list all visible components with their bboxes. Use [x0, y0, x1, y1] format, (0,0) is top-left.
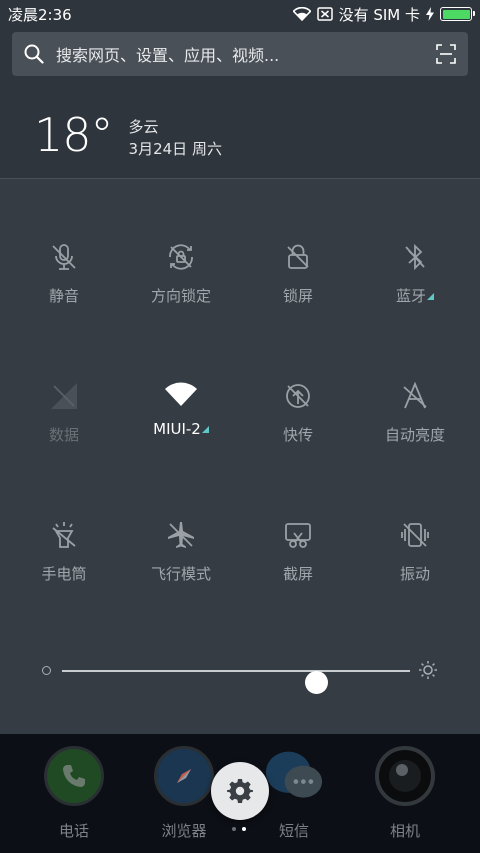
toggle-auto-brightness[interactable]: 自动亮度 — [355, 318, 475, 444]
page-dot-current — [242, 827, 246, 831]
quick-settings-panel: 静音 方向锁定 锁屏 蓝牙 数据 MIUI-2 快传 自动亮度 手电筒 飞行模式… — [0, 178, 480, 734]
settings-button[interactable] — [211, 762, 269, 820]
search-icon — [24, 44, 44, 64]
toggle-label: 截屏 — [282, 565, 313, 583]
dock-app-label: 相机 — [389, 822, 420, 840]
toggle-label: 快传 — [282, 426, 313, 444]
toggle-label: 锁屏 — [282, 287, 313, 305]
expand-indicator — [201, 426, 209, 433]
messages-icon — [264, 746, 324, 806]
toggle-screenshot[interactable]: 截屏 — [238, 457, 358, 583]
bluetooth-off-icon — [405, 243, 425, 271]
rotation-lock-icon — [169, 244, 193, 270]
toggle-label: 数据 — [48, 426, 79, 444]
weather-temperature: 18° — [34, 108, 114, 162]
airplane-icon — [168, 522, 194, 548]
gear-icon — [227, 779, 253, 803]
status-icons: 没有 SIM 卡 — [292, 4, 475, 25]
dock-app-label: 电话 — [58, 822, 89, 840]
dock-app-label: 浏览器 — [161, 822, 207, 840]
no-sim-icon — [316, 7, 333, 21]
toggle-label: 方向锁定 — [150, 287, 211, 305]
quick-transfer-icon — [286, 384, 310, 408]
search-placeholder: 搜索网页、设置、应用、视频... — [56, 46, 280, 65]
expand-indicator — [427, 293, 434, 300]
battery-icon — [440, 7, 475, 21]
toggle-quick-transfer[interactable]: 快传 — [238, 318, 358, 444]
page-indicator — [232, 827, 246, 831]
camera-icon — [375, 746, 435, 806]
charging-icon — [426, 7, 434, 21]
auto-brightness-icon — [403, 381, 427, 409]
toggle-mobile-data[interactable]: 数据 — [4, 318, 124, 444]
weather-widget[interactable]: 18° 多云 3月24日 周六 — [34, 112, 222, 160]
phone-icon — [44, 746, 104, 806]
scan-icon[interactable] — [436, 44, 456, 64]
brightness-slider[interactable] — [40, 658, 440, 694]
flashlight-icon — [52, 522, 76, 548]
weather-date: 3月24日 周六 — [128, 140, 222, 158]
toggle-lock-screen[interactable]: 锁屏 — [238, 179, 358, 305]
toggle-wifi[interactable]: MIUI-2 — [121, 318, 241, 438]
screenshot-icon — [285, 523, 311, 548]
brightness-thumb[interactable] — [305, 671, 329, 694]
toggle-label-text: 蓝牙 — [395, 287, 426, 305]
toggle-label: 振动 — [399, 565, 430, 583]
dock-app-phone[interactable]: 电话 — [14, 746, 134, 841]
wifi-status-icon — [292, 7, 311, 21]
browser-icon — [154, 746, 214, 806]
toggle-label: MIUI-2 — [153, 420, 209, 438]
brightness-low-icon — [42, 666, 51, 675]
weather-condition: 多云 — [128, 118, 159, 136]
toggle-mute[interactable]: 静音 — [4, 179, 124, 305]
toggle-label: 自动亮度 — [384, 426, 445, 444]
weather-info: 多云 3月24日 周六 — [129, 116, 222, 160]
wifi-icon — [165, 382, 197, 406]
brightness-high-icon — [419, 661, 437, 679]
toggle-label-text: MIUI-2 — [153, 420, 201, 438]
toggle-label: 手电筒 — [41, 565, 87, 583]
toggle-flashlight[interactable]: 手电筒 — [4, 457, 124, 583]
mobile-data-icon — [51, 383, 77, 409]
toggle-vibrate[interactable]: 振动 — [355, 457, 475, 583]
vibrate-icon — [401, 523, 429, 547]
toggle-bluetooth[interactable]: 蓝牙 — [355, 179, 475, 305]
toggle-label: 飞行模式 — [150, 565, 211, 583]
toggle-rotation-lock[interactable]: 方向锁定 — [121, 179, 241, 305]
brightness-track[interactable] — [62, 670, 410, 694]
battery-level — [442, 9, 470, 19]
sim-status-text: 没有 SIM 卡 — [338, 5, 420, 24]
page-dot — [232, 827, 236, 831]
mic-off-icon — [52, 244, 76, 270]
search-bar[interactable]: 搜索网页、设置、应用、视频... — [12, 32, 468, 76]
status-time: 凌晨2:36 — [8, 5, 72, 24]
status-bar: 凌晨2:36 没有 SIM 卡 — [0, 0, 480, 28]
dock-app-label: 短信 — [278, 822, 309, 840]
toggle-label: 蓝牙 — [396, 285, 434, 306]
toggle-label: 静音 — [48, 287, 79, 305]
dock-app-camera[interactable]: 相机 — [345, 746, 465, 841]
lock-screen-icon — [287, 244, 309, 269]
toggle-airplane-mode[interactable]: 飞行模式 — [121, 457, 241, 583]
